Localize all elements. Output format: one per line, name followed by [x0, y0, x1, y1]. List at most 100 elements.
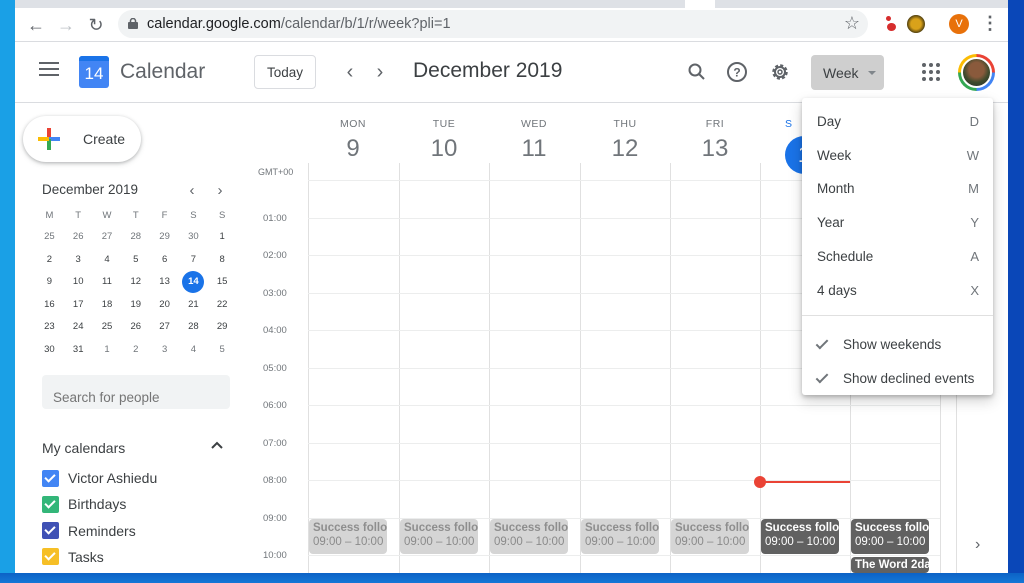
browser-menu-icon[interactable]: ⋮ — [981, 13, 999, 34]
mini-day[interactable]: 28 — [179, 316, 208, 339]
mini-day[interactable]: 30 — [35, 339, 64, 362]
next-period-icon[interactable]: › — [368, 60, 392, 84]
help-icon[interactable]: ? — [723, 58, 751, 86]
url-domain: calendar.google.com — [147, 16, 281, 32]
account-avatar[interactable] — [958, 54, 995, 91]
mini-day[interactable]: 27 — [150, 316, 179, 339]
mini-day[interactable]: 19 — [121, 294, 150, 317]
bookmark-star-icon[interactable]: ☆ — [844, 13, 860, 34]
mini-day[interactable]: 2 — [121, 339, 150, 362]
expand-side-panel-icon[interactable]: › — [975, 536, 980, 554]
checkbox-checked-icon[interactable] — [42, 495, 59, 513]
day-date[interactable]: 12 — [580, 135, 670, 163]
mini-day[interactable]: 4 — [93, 249, 122, 272]
back-icon[interactable]: ← — [23, 12, 49, 38]
mini-day[interactable]: 24 — [64, 316, 93, 339]
mini-day-today[interactable]: 14 — [179, 271, 208, 294]
calendar-event[interactable]: Success follow 09:00 – 10:00 — [581, 519, 659, 554]
mini-day[interactable]: 8 — [208, 249, 237, 272]
mini-day[interactable]: 7 — [179, 249, 208, 272]
calendar-event[interactable]: Success follow 09:00 – 10:00 — [851, 519, 929, 554]
search-people-input[interactable] — [42, 375, 230, 409]
settings-gear-icon[interactable] — [766, 58, 794, 86]
mini-day[interactable]: 10 — [64, 271, 93, 294]
mini-day[interactable]: 9 — [35, 271, 64, 294]
calendar-event[interactable]: Success follow 09:00 – 10:00 — [761, 519, 839, 554]
calendar-item[interactable]: Victor Ashiedu — [42, 468, 157, 488]
mini-day[interactable]: 3 — [64, 249, 93, 272]
checkbox-checked-icon[interactable] — [42, 548, 59, 566]
search-icon[interactable] — [683, 58, 711, 86]
mini-day[interactable]: 22 — [208, 294, 237, 317]
mini-day[interactable]: 5 — [121, 249, 150, 272]
view-option-month[interactable]: Month M — [802, 172, 993, 206]
main-menu-icon[interactable] — [39, 62, 59, 78]
view-option-week[interactable]: Week W — [802, 139, 993, 173]
mini-day[interactable]: 1 — [208, 226, 237, 249]
extension-icon[interactable] — [907, 15, 925, 33]
apps-grid-icon[interactable] — [922, 63, 940, 81]
view-option-day[interactable]: Day D — [802, 105, 993, 139]
menu-toggle[interactable]: Show declined events — [802, 362, 993, 396]
mini-day[interactable]: 23 — [35, 316, 64, 339]
previous-period-icon[interactable]: ‹ — [338, 60, 362, 84]
create-button[interactable]: Create — [23, 116, 141, 162]
calendar-event[interactable]: Success follow 09:00 – 10:00 — [671, 519, 749, 554]
day-date[interactable]: 13 — [670, 135, 760, 163]
mini-prev-month-icon[interactable]: ‹ — [182, 180, 202, 200]
calendar-item[interactable]: Tasks — [42, 547, 104, 567]
reload-icon[interactable]: ↻ — [83, 12, 109, 38]
mini-day[interactable]: 30 — [179, 226, 208, 249]
view-option-4-days[interactable]: 4 days X — [802, 274, 993, 308]
mini-day[interactable]: 13 — [150, 271, 179, 294]
mini-day[interactable]: 25 — [93, 316, 122, 339]
mini-day[interactable]: 16 — [35, 294, 64, 317]
checkbox-checked-icon[interactable] — [42, 522, 59, 540]
mini-day[interactable]: 26 — [64, 226, 93, 249]
mini-day[interactable]: 20 — [150, 294, 179, 317]
view-option-year[interactable]: Year Y — [802, 206, 993, 240]
mini-day-label: 30 — [188, 231, 199, 242]
mini-day[interactable]: 12 — [121, 271, 150, 294]
day-date[interactable]: 11 — [489, 135, 579, 163]
mini-day[interactable]: 5 — [208, 339, 237, 362]
mini-day[interactable]: 11 — [93, 271, 122, 294]
extension-icon[interactable] — [883, 15, 901, 33]
today-button[interactable]: Today — [254, 55, 316, 89]
view-option-schedule[interactable]: Schedule A — [802, 240, 993, 274]
menu-toggle[interactable]: Show weekends — [802, 328, 993, 362]
mini-day[interactable]: 29 — [150, 226, 179, 249]
mini-day[interactable]: 6 — [150, 249, 179, 272]
mini-day[interactable]: 17 — [64, 294, 93, 317]
active-tab[interactable] — [685, 0, 715, 8]
forward-icon[interactable]: → — [53, 12, 79, 38]
mini-day[interactable]: 3 — [150, 339, 179, 362]
mini-day[interactable]: 15 — [208, 271, 237, 294]
collapse-chevron-up-icon[interactable] — [210, 438, 228, 456]
calendar-item[interactable]: Reminders — [42, 521, 136, 541]
calendar-event[interactable]: The Word 2day — [851, 557, 929, 573]
checkbox-checked-icon[interactable] — [42, 469, 59, 487]
view-selector-button[interactable]: Week — [811, 55, 884, 90]
mini-day[interactable]: 21 — [179, 294, 208, 317]
mini-day[interactable]: 26 — [121, 316, 150, 339]
calendar-event[interactable]: Success follow 09:00 – 10:00 — [490, 519, 568, 554]
day-date[interactable]: 10 — [399, 135, 489, 163]
mini-day[interactable]: 18 — [93, 294, 122, 317]
mini-day[interactable]: 2 — [35, 249, 64, 272]
mini-day[interactable]: 25 — [35, 226, 64, 249]
calendar-event[interactable]: Success follow 09:00 – 10:00 — [400, 519, 478, 554]
mini-day[interactable]: 29 — [208, 316, 237, 339]
day-date[interactable]: 9 — [308, 135, 398, 163]
mini-day[interactable]: 1 — [93, 339, 122, 362]
mini-day[interactable]: 28 — [121, 226, 150, 249]
mini-day[interactable]: 4 — [179, 339, 208, 362]
calendar-event[interactable]: Success follow 09:00 – 10:00 — [309, 519, 387, 554]
browser-profile-avatar[interactable]: V — [949, 14, 969, 34]
address-bar[interactable]: calendar.google.com/calendar/b/1/r/week?… — [118, 10, 868, 38]
calendar-name: Tasks — [68, 548, 104, 565]
calendar-item[interactable]: Birthdays — [42, 494, 126, 514]
mini-day[interactable]: 31 — [64, 339, 93, 362]
mini-day[interactable]: 27 — [93, 226, 122, 249]
mini-next-month-icon[interactable]: › — [210, 180, 230, 200]
